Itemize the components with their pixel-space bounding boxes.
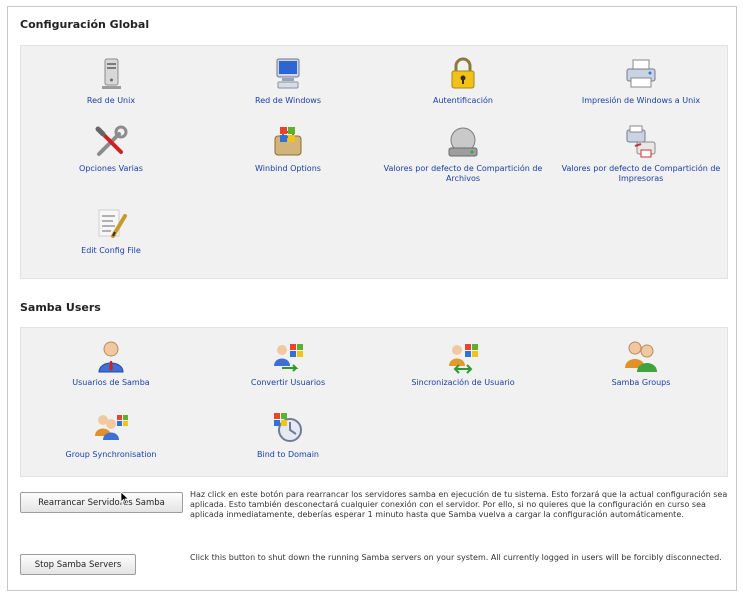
global-item-label: Winbind Options [255,164,321,173]
global-item-label: Edit Config File [81,246,141,255]
mouse-cursor-icon [120,491,130,505]
global-item-label: Red de Unix [86,96,136,105]
samba-users-title: Samba Users [20,301,101,314]
global-item-edit-config-file[interactable]: Edit Config File [26,206,196,256]
users-item-samba-users[interactable]: Usuarios de Samba [26,338,196,388]
global-item-label: Opciones Varias [79,164,143,173]
group-icon [625,341,657,372]
users-item-label: Usuarios de Samba [72,378,150,387]
samba-module-frame: Configuración Global Red de Unix Red de … [7,6,737,591]
windows-briefcase-icon [274,127,302,156]
hard-drive-icon [448,127,478,157]
samba-users-panel: Usuarios de Samba Convertir Usuarios Sin… [20,327,728,477]
stop-samba-button[interactable]: Stop Samba Servers [20,554,136,575]
global-item-windows-unix-printing[interactable]: Impresión de Windows a Unix [556,56,726,106]
global-item-file-share-defaults[interactable]: Valores por defecto de Compartición de A… [378,124,548,184]
global-item-label: Valores por defecto de Compartición de I… [561,164,721,183]
global-config-title: Configuración Global [20,18,150,31]
windows-computer-icon [276,58,300,89]
global-item-windows-network[interactable]: Red de Windows [203,56,373,106]
users-item-samba-groups[interactable]: Samba Groups [556,338,726,388]
global-item-authentication[interactable]: Autentificación [378,56,548,106]
edit-file-icon [98,209,127,238]
restart-samba-description: Haz click en este botón para rearrancar … [190,490,728,519]
users-item-user-sync[interactable]: Sincronización de Usuario [378,338,548,388]
users-item-convert-users[interactable]: Convertir Usuarios [203,338,373,388]
user-icon [98,341,124,373]
convert-users-icon [274,344,303,372]
global-item-unix-network[interactable]: Red de Unix [26,56,196,106]
users-item-label: Bind to Domain [256,450,320,459]
printer-share-icon [626,125,656,158]
users-item-group-sync[interactable]: Group Synchronisation [26,410,196,460]
padlock-icon [451,57,475,89]
users-item-label: Sincronización de Usuario [411,378,515,387]
domain-bind-icon [274,413,302,442]
global-item-winbind-options[interactable]: Winbind Options [203,124,373,174]
server-tower-icon [102,58,121,89]
users-item-label: Samba Groups [611,378,671,387]
tools-icon [95,125,128,156]
sync-users-icon [449,344,478,374]
printer-icon [626,59,656,88]
global-item-label: Red de Windows [255,96,321,105]
restart-samba-button[interactable]: Rearrancar Servidores Samba [20,492,183,513]
global-item-label: Valores por defecto de Compartición de A… [383,164,543,183]
global-item-label: Autentificación [433,96,493,105]
users-item-label: Group Synchronisation [65,450,157,459]
users-item-label: Convertir Usuarios [250,378,326,387]
stop-samba-description: Click this button to shut down the runni… [190,553,722,562]
global-item-printer-share-defaults[interactable]: Valores por defecto de Compartición de I… [556,124,726,184]
global-config-panel: Red de Unix Red de Windows Autentificaci… [20,45,728,279]
users-item-bind-domain[interactable]: Bind to Domain [203,410,373,460]
group-sync-icon [95,415,128,440]
global-item-misc-options[interactable]: Opciones Varias [26,124,196,174]
global-item-label: Impresión de Windows a Unix [581,96,701,105]
